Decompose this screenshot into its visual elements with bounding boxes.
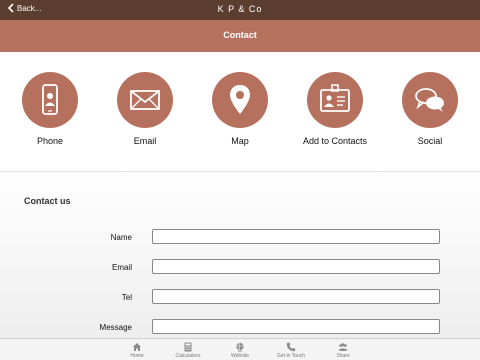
speech-bubbles-icon: [415, 88, 444, 112]
bottom-tab-bar: Home Calculators Website Get in Touch Sh…: [0, 338, 480, 360]
tab-get-in-touch[interactable]: Get in Touch: [261, 342, 321, 359]
name-field-label: Name: [110, 233, 132, 242]
add-to-contacts-action-label: Add to Contacts: [302, 136, 368, 146]
contact-form-title: Contact us: [24, 196, 71, 206]
phone-icon: [42, 84, 58, 115]
page-title: Contact: [223, 30, 257, 40]
top-navigation-bar: Back... K P & Co: [0, 0, 480, 20]
home-icon: [133, 343, 141, 351]
name-field[interactable]: [152, 229, 440, 244]
email-action-label: Email: [133, 136, 157, 146]
contact-card-icon: [320, 84, 350, 112]
social-action-label: Social: [417, 136, 443, 146]
tab-calculators-label: Calculators: [175, 353, 201, 359]
tab-share[interactable]: Share: [313, 342, 373, 359]
phone-action-circle: [22, 72, 78, 128]
phone-handset-icon: [286, 342, 296, 352]
tab-calculators[interactable]: Calculators: [158, 342, 218, 359]
tab-share-label: Share: [336, 353, 350, 359]
add-to-contacts-action[interactable]: Add to Contacts: [290, 72, 380, 146]
add-to-contacts-action-circle: [307, 72, 363, 128]
social-action[interactable]: Social: [385, 72, 475, 146]
map-action[interactable]: Map: [195, 72, 285, 146]
people-icon: [338, 343, 348, 351]
app-title: K P & Co: [217, 4, 263, 14]
phone-action[interactable]: Phone: [5, 72, 95, 146]
contact-form: Contact us Name Email Tel Message: [0, 172, 480, 338]
page-header: Contact: [0, 20, 480, 52]
message-field-label: Message: [99, 323, 132, 332]
envelope-icon: [130, 90, 160, 110]
contact-actions: Phone Email Map Add to Contacts Social: [0, 52, 480, 172]
calculator-icon: [184, 342, 192, 352]
map-action-label: Map: [231, 136, 249, 146]
message-field[interactable]: [152, 319, 440, 334]
phone-action-label: Phone: [36, 136, 64, 146]
email-action[interactable]: Email: [100, 72, 190, 146]
email-field[interactable]: [152, 259, 440, 274]
tel-field-label: Tel: [121, 293, 132, 302]
tel-field[interactable]: [152, 289, 440, 304]
map-action-circle: [212, 72, 268, 128]
map-pin-icon: [230, 85, 250, 114]
globe-icon: [236, 342, 244, 352]
email-field-label: Email: [111, 263, 132, 272]
email-action-circle: [117, 72, 173, 128]
tab-get-in-touch-label: Get in Touch: [277, 353, 305, 359]
social-action-circle: [402, 72, 458, 128]
